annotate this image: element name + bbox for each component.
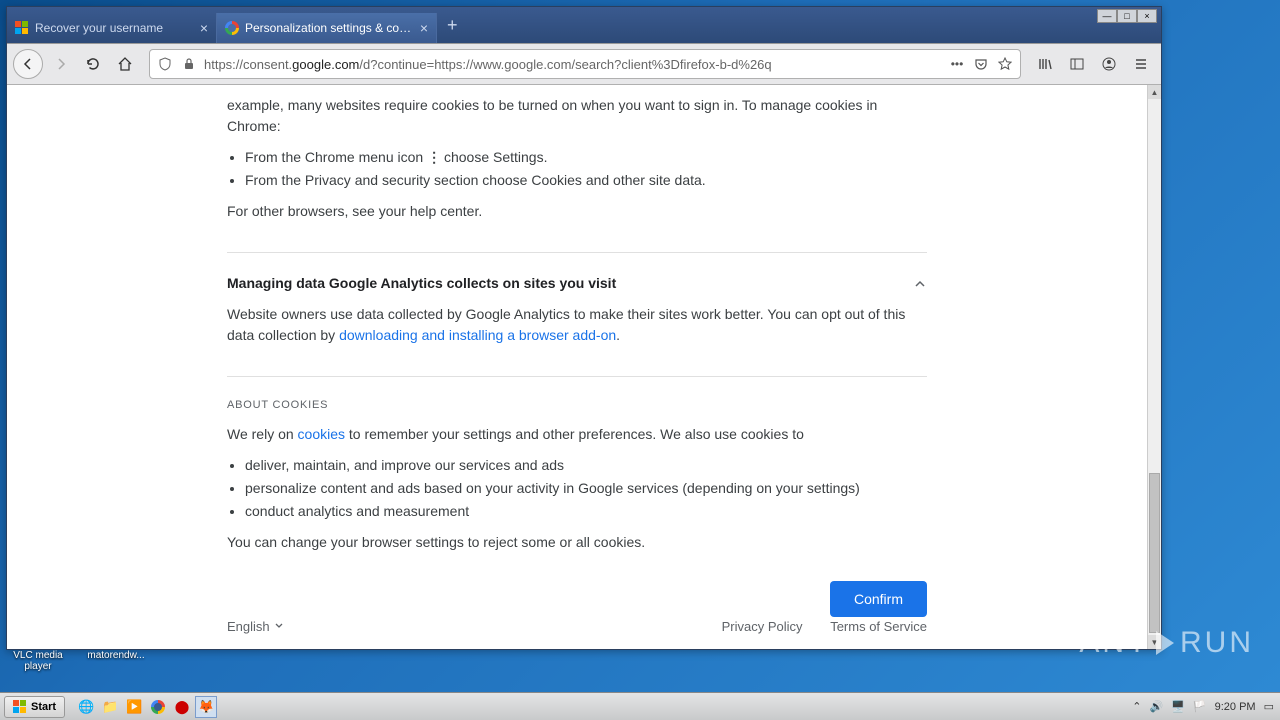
maximize-button[interactable]: □: [1117, 9, 1137, 23]
list-item: deliver, maintain, and improve our servi…: [245, 455, 927, 476]
url-bar[interactable]: https://consent.google.com/d?continue=ht…: [149, 49, 1021, 79]
start-button[interactable]: Start: [4, 696, 65, 718]
language-selector[interactable]: English: [227, 617, 284, 637]
scroll-up-button[interactable]: ▲: [1148, 85, 1161, 99]
tab-title: Recover your username: [35, 21, 194, 35]
network-icon[interactable]: 🖥️: [1171, 700, 1185, 713]
other-browsers-text: For other browsers, see your help center…: [227, 201, 927, 222]
forward-button: [47, 50, 75, 78]
list-item: From the Privacy and security section ch…: [245, 170, 927, 191]
microsoft-icon: [15, 21, 29, 35]
menu-icon[interactable]: [1127, 50, 1155, 78]
list-item: From the Chrome menu icon ⋮ choose Setti…: [245, 147, 927, 168]
close-icon[interactable]: ×: [420, 20, 428, 36]
vertical-scrollbar[interactable]: ▲ ▼: [1147, 85, 1161, 649]
account-icon[interactable]: [1095, 50, 1123, 78]
taskbar-app-media[interactable]: ▶️: [123, 696, 145, 718]
analytics-expander[interactable]: Managing data Google Analytics collects …: [227, 273, 927, 294]
browser-window: Recover your username × Personalization …: [6, 6, 1162, 650]
privacy-link[interactable]: Privacy Policy: [722, 619, 803, 634]
url-text: https://consent.google.com/d?continue=ht…: [204, 57, 942, 72]
reload-button[interactable]: [79, 50, 107, 78]
window-controls: — □ ×: [1097, 9, 1157, 23]
intro-paragraph: example, many websites require cookies t…: [227, 95, 927, 137]
page-actions-icon[interactable]: •••: [948, 55, 966, 73]
confirm-button[interactable]: Confirm: [830, 581, 927, 617]
cookies-link[interactable]: cookies: [298, 426, 345, 442]
browser-toolbar: https://consent.google.com/d?continue=ht…: [7, 43, 1161, 85]
desktop-icon[interactable]: matorendw...: [86, 650, 146, 672]
list-item: conduct analytics and measurement: [245, 501, 927, 522]
page-content: example, many websites require cookies t…: [7, 85, 1161, 649]
about-closing: You can change your browser settings to …: [227, 532, 927, 553]
google-icon: [225, 21, 239, 35]
bookmark-star-icon[interactable]: [996, 55, 1014, 73]
about-body: We rely on cookies to remember your sett…: [227, 424, 927, 445]
system-tray: ⌃ 🔊 🖥️ 🏳️ 9:20 PM ▭: [1126, 700, 1280, 713]
addon-link[interactable]: downloading and installing a browser add…: [339, 327, 616, 343]
show-desktop[interactable]: ▭: [1264, 700, 1274, 713]
shield-icon[interactable]: [156, 55, 174, 73]
analytics-body: Website owners use data collected by Goo…: [227, 304, 927, 346]
analytics-heading: Managing data Google Analytics collects …: [227, 273, 616, 294]
back-button[interactable]: [13, 49, 43, 79]
kebab-icon: ⋮: [427, 147, 440, 168]
taskbar-app-firefox[interactable]: 🦊: [195, 696, 217, 718]
taskbar-app-ie[interactable]: 🌐: [75, 696, 97, 718]
desktop-icon-vlc[interactable]: VLC media player: [8, 650, 68, 672]
chevron-down-icon: [274, 621, 284, 631]
tab-recover-username[interactable]: Recover your username ×: [7, 13, 217, 43]
titlebar: Recover your username × Personalization …: [7, 7, 1161, 43]
new-tab-button[interactable]: +: [437, 9, 468, 42]
windows-icon: [13, 700, 27, 714]
taskbar: Start 🌐 📁 ▶️ ⬤ 🦊 ⌃ 🔊 🖥️ 🏳️ 9:20 PM ▭: [0, 692, 1280, 720]
library-icon[interactable]: [1031, 50, 1059, 78]
taskbar-app-chrome[interactable]: [147, 696, 169, 718]
pocket-icon[interactable]: [972, 55, 990, 73]
scroll-thumb[interactable]: [1149, 473, 1160, 633]
tab-title: Personalization settings & cookies: [245, 21, 414, 35]
desktop-icons: VLC media player matorendw...: [8, 650, 146, 672]
list-item: personalize content and ads based on you…: [245, 478, 927, 499]
about-cookies-label: ABOUT COOKIES: [227, 397, 927, 414]
close-window-button[interactable]: ×: [1137, 9, 1157, 23]
home-button[interactable]: [111, 50, 139, 78]
terms-link[interactable]: Terms of Service: [830, 619, 927, 634]
tab-personalization[interactable]: Personalization settings & cookies ×: [217, 13, 437, 43]
clock[interactable]: 9:20 PM: [1215, 701, 1256, 713]
minimize-button[interactable]: —: [1097, 9, 1117, 23]
sidebar-icon[interactable]: [1063, 50, 1091, 78]
volume-icon[interactable]: 🔊: [1150, 700, 1164, 713]
tray-expand-icon[interactable]: ⌃: [1132, 700, 1141, 713]
lock-icon[interactable]: [180, 55, 198, 73]
close-icon[interactable]: ×: [200, 20, 208, 36]
page-footer: English Privacy Policy Terms of Service: [227, 617, 927, 637]
taskbar-app-opera[interactable]: ⬤: [171, 696, 193, 718]
scroll-down-button[interactable]: ▼: [1148, 635, 1161, 649]
flag-icon[interactable]: 🏳️: [1193, 700, 1207, 713]
chevron-up-icon: [913, 277, 927, 291]
taskbar-app-explorer[interactable]: 📁: [99, 696, 121, 718]
